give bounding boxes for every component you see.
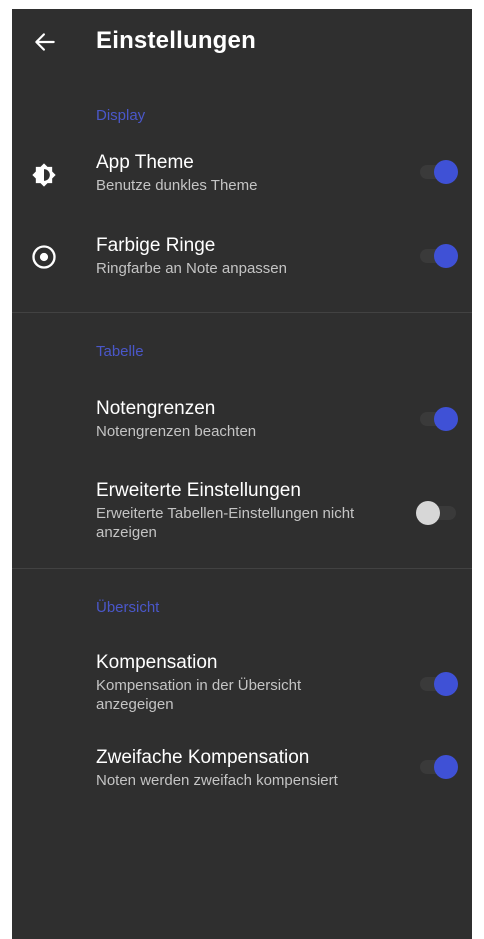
setting-row-zweifache-kompensation[interactable]: Zweifache Kompensation Noten werden zwei… <box>12 729 472 809</box>
setting-subtitle: Noten werden zweifach kompensiert <box>96 772 338 789</box>
switch-thumb <box>434 755 458 779</box>
section-title-display: Display <box>96 107 146 124</box>
setting-subtitle: Benutze dunkles Theme <box>96 177 258 194</box>
setting-row-erweiterte-einstellungen[interactable]: Erweiterte Einstellungen Erweiterte Tabe… <box>12 448 472 568</box>
setting-title: App Theme <box>96 152 194 173</box>
setting-title: Farbige Ringe <box>96 235 216 256</box>
setting-title: Zweifache Kompensation <box>96 747 310 768</box>
setting-row-farbige-ringe[interactable]: Farbige Ringe Ringfarbe an Note anpassen <box>12 217 472 312</box>
switch-thumb <box>434 672 458 696</box>
setting-title: Erweiterte Einstellungen <box>96 480 301 501</box>
settings-screen: Einstellungen Display App Theme Benutze … <box>12 9 472 939</box>
setting-subtitle: Kompensation in der Übersicht anzegeigen <box>96 677 302 713</box>
arrow-left-icon[interactable] <box>32 29 58 55</box>
notengrenzen-switch[interactable] <box>420 406 458 432</box>
page-title: Einstellungen <box>96 27 256 54</box>
setting-title: Kompensation <box>96 652 218 673</box>
switch-thumb <box>416 501 440 525</box>
setting-subtitle: Notengrenzen beachten <box>96 423 257 440</box>
setting-row-notengrenzen[interactable]: Notengrenzen Notengrenzen beachten <box>12 363 472 448</box>
app-theme-switch[interactable] <box>420 159 458 185</box>
setting-title: Notengrenzen <box>96 398 216 419</box>
switch-thumb <box>434 407 458 431</box>
switch-thumb <box>434 160 458 184</box>
kompensation-switch[interactable] <box>420 671 458 697</box>
section-display: Display App Theme Benutze dunkles Theme … <box>12 77 472 312</box>
setting-row-kompensation[interactable]: Kompensation Kompensation in der Übersic… <box>12 619 472 729</box>
section-title-uebersicht: Übersicht <box>96 599 160 616</box>
setting-subtitle: Erweiterte Tabellen-Einstellungen nicht … <box>96 505 355 541</box>
section-title-tabelle: Tabelle <box>96 343 144 360</box>
setting-subtitle: Ringfarbe an Note anpassen <box>96 260 287 277</box>
app-bar: Einstellungen <box>12 9 472 77</box>
switch-thumb <box>434 244 458 268</box>
zweifache-kompensation-switch[interactable] <box>420 754 458 780</box>
setting-row-app-theme[interactable]: App Theme Benutze dunkles Theme <box>12 127 472 217</box>
radio-target-icon <box>32 245 56 269</box>
erweiterte-einstellungen-switch[interactable] <box>416 500 456 526</box>
farbige-ringe-switch[interactable] <box>420 243 458 269</box>
section-tabelle: Tabelle Notengrenzen Notengrenzen beacht… <box>12 313 472 568</box>
section-uebersicht: Übersicht Kompensation Kompensation in d… <box>12 569 472 809</box>
brightness-icon <box>32 163 56 187</box>
